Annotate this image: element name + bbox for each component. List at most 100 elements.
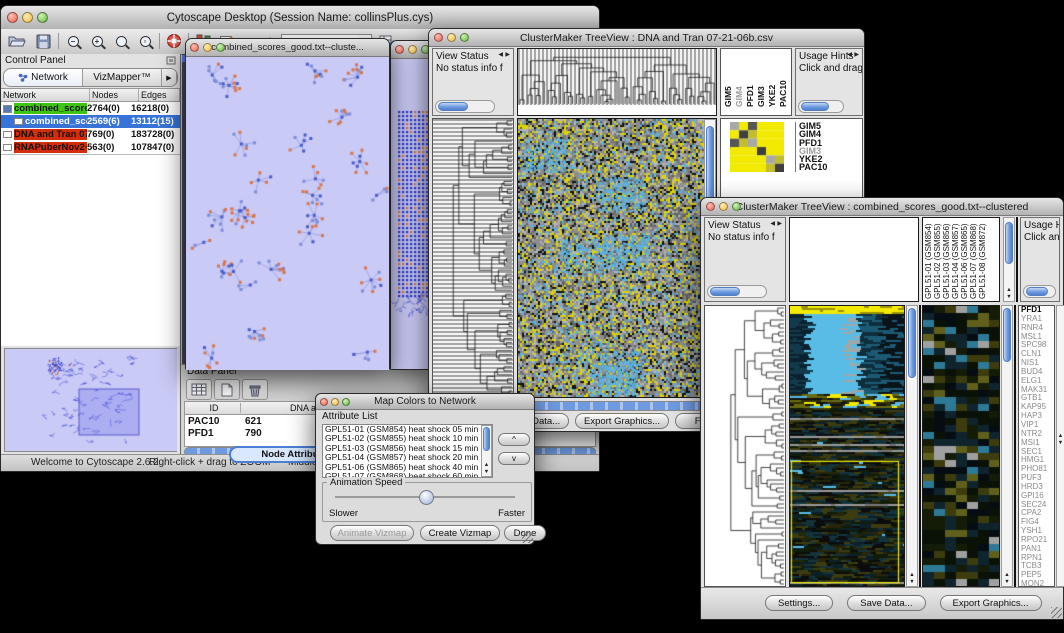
heatmap-canvas[interactable] [518,119,704,397]
treeview2-button-bar: Settings... Save Data... Export Graphics..… [701,587,1063,619]
zoom-in-button[interactable]: + [87,32,107,50]
heatmap-vscrollbar[interactable]: ▲ ▼ [906,305,918,587]
minimize-button[interactable] [22,12,33,23]
tabs-overflow-button[interactable]: ▶ [162,69,177,86]
scroll-up-arrow[interactable]: ▲ [907,572,917,579]
tab-vizmapper[interactable]: VizMapper™ [83,69,162,86]
scroll-up-arrow[interactable]: ▲ [1002,572,1012,579]
zoom-fit-icon: ▫ [140,36,151,47]
treeview1-title-bar[interactable]: ClusterMaker TreeView : DNA and Tran 07-… [429,29,864,47]
scroll-left-arrow[interactable]: ◀ [847,49,852,113]
create-vizmap-button[interactable]: Create Vizmap [420,525,500,541]
zoom-button[interactable] [732,202,741,211]
close-button[interactable] [706,202,715,211]
animate-vizmap-button[interactable]: Animate Vizmap [330,525,414,541]
tab-network[interactable]: Network [4,69,83,86]
delete-attribute-button[interactable] [242,379,268,400]
zoom-selected-button[interactable] [111,32,131,50]
network-view-title-bar[interactable]: combined_scores_good.txt--cluste... [186,39,389,57]
column-dendrogram-canvas[interactable] [518,49,716,105]
attribute-list-vscrollbar[interactable]: ▲ ▼ [481,425,492,477]
main-title-bar[interactable]: Cytoscape Desktop (Session Name: collins… [1,6,599,30]
row-dendrogram-panel [704,305,786,587]
usage-hints-hscrollbar[interactable] [798,100,844,113]
zoom-heatmap-canvas[interactable] [923,306,999,586]
minimize-button[interactable] [447,33,456,42]
minimize-button[interactable] [719,202,728,211]
network-overview-canvas[interactable] [5,349,177,451]
heatmap-column-label: GIM5 [723,49,733,107]
treeview2-title-bar[interactable]: ClusterMaker TreeView : combined_scores_… [701,198,1063,216]
scroll-right-arrow[interactable]: ▶ [505,49,510,113]
network-overview-panel[interactable] [4,348,177,452]
zoom-fit-button[interactable]: ▫ [135,32,155,50]
treeview2-action-button[interactable]: Save Data... [847,595,925,611]
scroll-up-arrow[interactable]: ▲ [1057,433,1064,440]
treeview2-action-button[interactable]: Settings... [765,595,833,611]
scroll-down-arrow[interactable]: ▼ [907,579,917,586]
col-nodes[interactable]: Nodes [90,89,139,101]
gene-list-panel: PFD1YRA1RNR4MSL1SPC98CLN1NIS1BUD4ELG1MAK… [1018,305,1055,587]
open-session-button[interactable] [7,32,27,50]
column-tree-panel[interactable] [789,217,919,302]
scroll-left-arrow[interactable]: ◀ [498,49,503,113]
col-edges[interactable]: Edges [139,89,180,101]
zoom-vscrollbar[interactable]: ▲ ▼ [1001,305,1013,587]
labels-vscrollbar[interactable]: ▲ ▼ [1003,217,1015,302]
matrix-row-labels: GIM5GIM4PFD1GIM3YKE2PAC10 [795,122,827,172]
move-up-button[interactable]: ^ [498,433,530,446]
slider-thumb[interactable] [419,490,434,505]
resize-grip[interactable] [522,532,533,543]
gene-label[interactable]: MON2 [1019,580,1054,587]
zoom-button[interactable] [460,33,469,42]
network-row[interactable]: DNA and Tran 07 769(0) 183728(0) [1,128,180,141]
zoom-button[interactable] [216,43,225,52]
scroll-down-arrow[interactable]: ▼ [1002,579,1012,586]
scroll-right-arrow[interactable]: ▶ [777,218,782,298]
scroll-left-arrow[interactable]: ◀ [770,218,775,298]
scroll-right-arrow[interactable]: ▶ [854,49,859,113]
minimize-button[interactable] [203,43,212,52]
gene-list-vscrollbar[interactable]: ▲ ▼ [1056,305,1064,587]
help-button[interactable] [164,32,184,50]
zoom-out-button[interactable]: − [63,32,83,50]
scroll-down-arrow[interactable]: ▼ [1057,440,1064,447]
float-panel-icon[interactable] [166,56,176,65]
network-row[interactable]: RNAPuberNov2+ 563(0) 107847(0) [1,141,180,154]
view-status-hscrollbar[interactable] [707,285,767,298]
yellow-matrix-canvas[interactable] [730,122,784,172]
treeview1-hscrollbar[interactable] [517,401,717,411]
id-column-header[interactable]: ID [185,403,241,413]
minimize-button[interactable] [331,398,339,406]
close-button[interactable] [434,33,443,42]
global-heatmap-canvas[interactable] [790,306,904,586]
network-canvas[interactable] [186,57,389,370]
resize-grip[interactable] [1051,607,1062,618]
scroll-down-arrow[interactable]: ▼ [1004,294,1014,301]
scroll-up-arrow[interactable]: ▲ [1004,287,1014,294]
network-row[interactable]: combined_sco 2569(6) 13112(15) [1,115,180,128]
close-button[interactable] [320,398,328,406]
move-down-button[interactable]: v [498,452,530,465]
network-name: RNAPuberNov2+ [14,142,87,153]
new-attribute-button[interactable] [214,379,240,400]
close-button[interactable] [190,43,199,52]
tv1-export-graphics-button[interactable]: Export Graphics... [575,413,669,429]
treeview2-action-button[interactable]: Export Graphics... [940,595,1042,611]
attribute-select-button[interactable] [186,379,212,400]
zoom-button[interactable] [37,12,48,23]
scroll-up-arrow[interactable]: ▲ [482,462,491,469]
save-session-button[interactable] [33,32,53,50]
usage-hints-hscrollbar[interactable] [1023,285,1056,298]
row-dendrogram-canvas[interactable] [433,119,513,397]
close-button[interactable] [7,12,18,23]
scroll-down-arrow[interactable]: ▼ [482,469,491,476]
network-row[interactable]: combined_scores_ 2764(0) 16218(0) [1,102,180,115]
dialog-title-bar[interactable]: Map Colors to Network [316,394,534,410]
row-dendrogram-canvas[interactable] [705,306,785,586]
minimize-button[interactable] [408,45,417,54]
col-network[interactable]: Network [1,89,90,101]
view-status-hscrollbar[interactable] [435,100,495,113]
close-button[interactable] [395,45,404,54]
zoom-button[interactable] [342,398,350,406]
